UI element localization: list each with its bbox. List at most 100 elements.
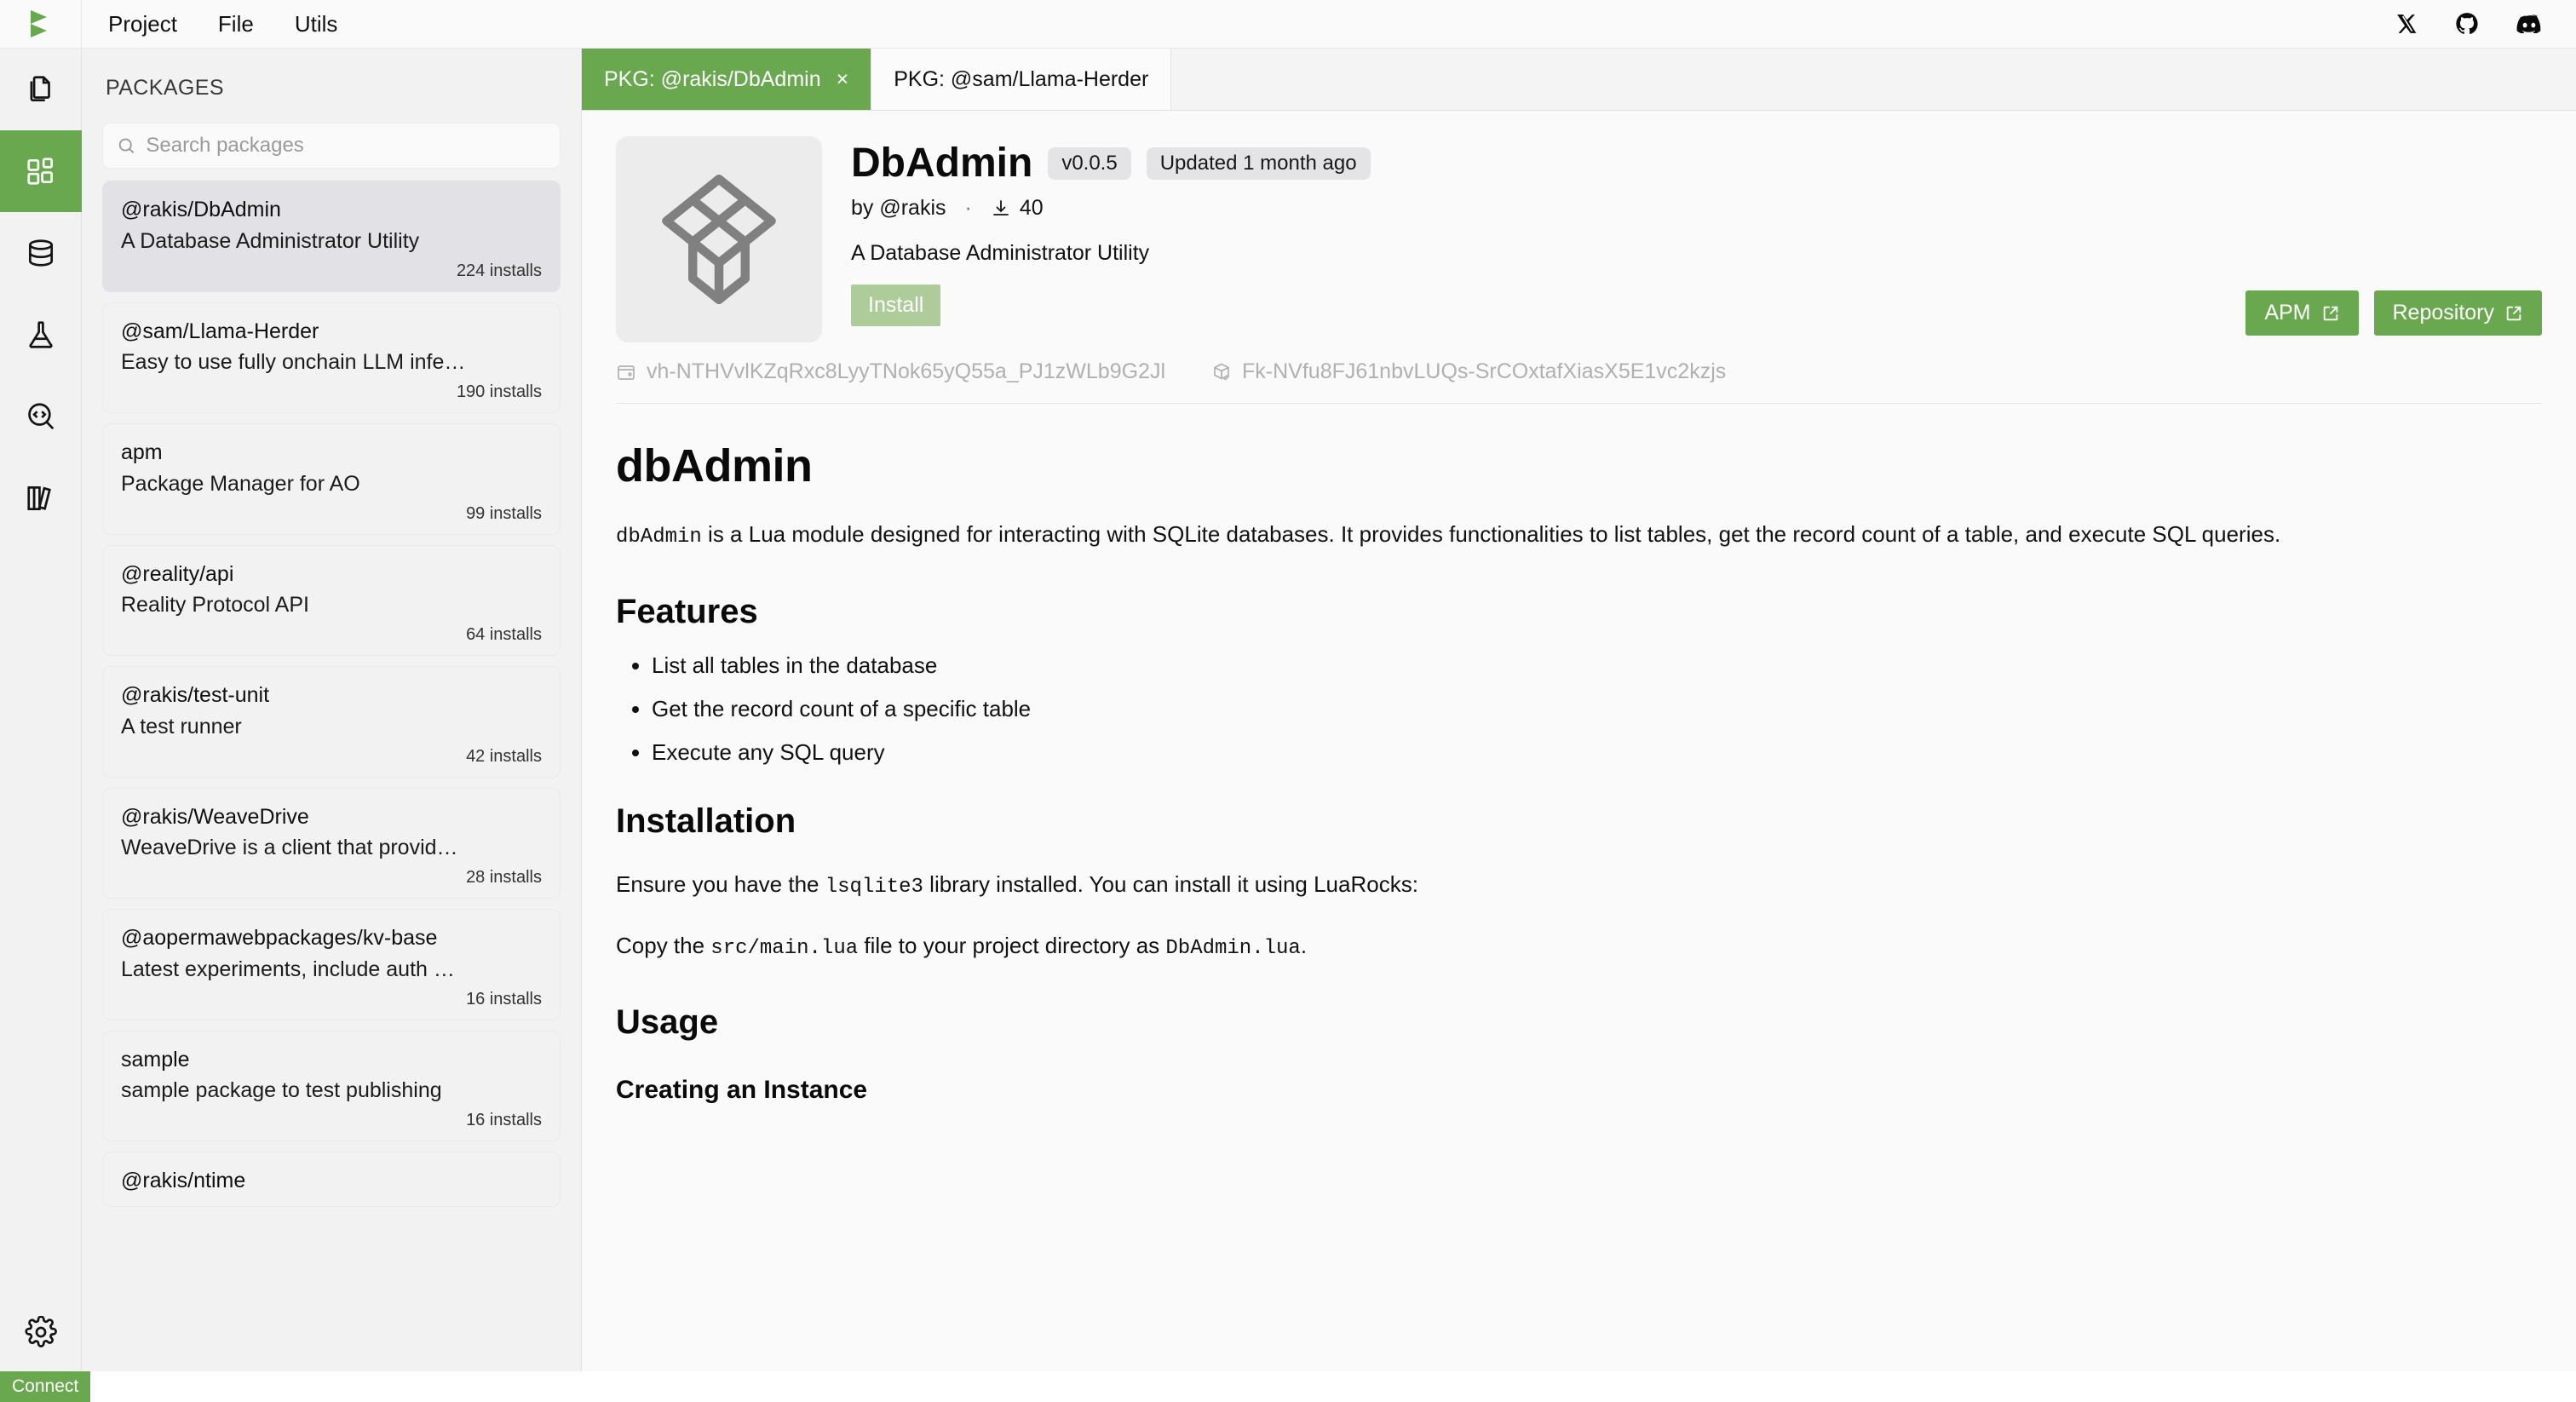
readme-intro-rest: is a Lua module designed for interacting… bbox=[701, 521, 2281, 548]
package-list-item[interactable]: @reality/api Reality Protocol API 64 ins… bbox=[102, 544, 561, 656]
readme-content: dbAdmin dbAdmin is a Lua module designed… bbox=[582, 404, 2576, 1106]
wallet-transaction-id[interactable]: vh-NTHVvlKZqRxc8LyyTNok65yQ55a_PJ1zWLb9G… bbox=[616, 359, 1165, 384]
package-list-item[interactable]: @rakis/test-unit A test runner 42 instal… bbox=[102, 666, 561, 778]
packages-sidebar: PACKAGES @rakis/DbAdmin A Database Admin… bbox=[82, 49, 582, 1402]
discord-icon[interactable] bbox=[2516, 14, 2542, 33]
activity-item-library[interactable] bbox=[0, 457, 82, 539]
package-description: A Database Administrator Utility bbox=[121, 228, 420, 253]
package-name: @aopermawebpackages/kv-base bbox=[121, 926, 438, 950]
menu-item-utils[interactable]: Utils bbox=[295, 13, 338, 35]
package-transaction-id[interactable]: Fk-NVfu8FJ61nbvLUQs-SrCOxtafXiasX5E1vc2k… bbox=[1211, 359, 1726, 384]
repository-button[interactable]: Repository bbox=[2373, 290, 2542, 336]
package-list-item[interactable]: @rakis/ntime bbox=[102, 1152, 561, 1207]
feature-list-item: Get the record count of a specific table bbox=[652, 698, 2542, 720]
install-p2-c: . bbox=[1300, 932, 1308, 958]
package-installs: 42 installs bbox=[466, 746, 542, 766]
tab-label: PKG: @sam/Llama-Herder bbox=[894, 66, 1149, 91]
activity-item-settings[interactable] bbox=[0, 1291, 82, 1373]
package-description: sample package to test publishing bbox=[121, 1078, 442, 1103]
package-summary: A Database Administrator Utility bbox=[851, 241, 1150, 265]
external-link-icon bbox=[2323, 306, 2337, 320]
readme-intro-code: dbAdmin bbox=[616, 526, 702, 549]
package-name: @rakis/test-unit bbox=[121, 683, 270, 707]
github-icon[interactable] bbox=[2455, 12, 2479, 36]
readme-usage-heading: Usage bbox=[616, 1003, 719, 1041]
package-name: @rakis/ntime bbox=[121, 1169, 246, 1192]
package-description: Reality Protocol API bbox=[121, 593, 309, 618]
package-list-item[interactable]: @sam/Llama-Herder Easy to use fully onch… bbox=[102, 302, 561, 413]
package-installs: 190 installs bbox=[456, 382, 542, 401]
settings-gear-icon bbox=[24, 1316, 57, 1347]
package-transaction-id-value: Fk-NVfu8FJ61nbvLUQs-SrCOxtafXiasX5E1vc2k… bbox=[1242, 359, 1727, 383]
package-name: @rakis/WeaveDrive bbox=[121, 804, 309, 829]
package-byline: by @rakis · 40 bbox=[851, 196, 2542, 221]
activity-item-database[interactable] bbox=[0, 212, 82, 294]
menu-item-project[interactable]: Project bbox=[108, 13, 177, 35]
search-icon bbox=[118, 138, 135, 154]
package-list-item[interactable]: sample sample package to test publishing… bbox=[102, 1030, 561, 1141]
updated-badge: Updated 1 month ago bbox=[1146, 147, 1371, 180]
install-p1-code: lsqlite3 bbox=[825, 875, 923, 899]
activity-bar bbox=[0, 49, 82, 1402]
connect-button[interactable]: Connect bbox=[0, 1371, 91, 1402]
install-button[interactable]: Install bbox=[851, 284, 941, 326]
activity-item-code-search[interactable] bbox=[0, 376, 82, 457]
top-menu-bar: Project File Utils bbox=[0, 0, 2576, 49]
package-name: apm bbox=[121, 440, 163, 464]
apm-button-label: APM bbox=[2264, 301, 2311, 325]
download-icon bbox=[992, 199, 1009, 215]
package-description: Package Manager for AO bbox=[121, 471, 360, 496]
package-detail-panel: DbAdmin v0.0.5 Updated 1 month ago by @r… bbox=[582, 111, 2576, 1402]
download-count-group: 40 bbox=[991, 196, 1044, 221]
activity-item-experiments[interactable] bbox=[0, 294, 82, 376]
library-icon bbox=[26, 486, 51, 511]
download-count: 40 bbox=[1019, 196, 1044, 220]
apm-button[interactable]: APM bbox=[2245, 290, 2359, 336]
tab-strip: PKG: @rakis/DbAdmin × PKG: @sam/Llama-He… bbox=[582, 49, 2576, 111]
packages-icon bbox=[26, 158, 53, 185]
flask-icon bbox=[28, 321, 53, 348]
readme-intro-paragraph: dbAdmin is a Lua module designed for int… bbox=[616, 517, 2542, 553]
repository-button-label: Repository bbox=[2392, 301, 2495, 325]
readme-title: dbAdmin bbox=[616, 440, 813, 491]
tab-dbadmin[interactable]: PKG: @rakis/DbAdmin × bbox=[582, 49, 872, 110]
activity-item-files[interactable] bbox=[0, 49, 82, 130]
install-p1-b: library installed. You can install it us… bbox=[923, 871, 1418, 897]
readme-installation-paragraph-2: Copy the src/main.lua file to your proje… bbox=[616, 928, 2542, 964]
package-description: WeaveDrive is a client that provid… bbox=[121, 836, 458, 860]
external-link-icon bbox=[2506, 306, 2521, 320]
sidebar-title: PACKAGES bbox=[106, 76, 224, 100]
search-packages-box[interactable] bbox=[102, 123, 561, 169]
status-bar: Connect bbox=[0, 1371, 2576, 1402]
package-header: DbAdmin v0.0.5 Updated 1 month ago by @r… bbox=[582, 111, 2576, 342]
transaction-ids-row: vh-NTHVvlKZqRxc8LyyTNok65yQ55a_PJ1zWLb9G… bbox=[582, 342, 2576, 384]
package-description: A test runner bbox=[121, 714, 242, 738]
x-twitter-icon[interactable] bbox=[2395, 13, 2418, 35]
package-name: @sam/Llama-Herder bbox=[121, 319, 319, 343]
package-name: @reality/api bbox=[121, 561, 234, 586]
tab-close-icon[interactable]: × bbox=[837, 68, 849, 90]
readme-creating-instance-heading: Creating an Instance bbox=[616, 1075, 868, 1104]
tab-llama-herder[interactable]: PKG: @sam/Llama-Herder bbox=[871, 49, 1172, 110]
files-icon bbox=[30, 76, 50, 102]
menu-items: Project File Utils bbox=[82, 13, 337, 35]
app-logo[interactable] bbox=[0, 0, 82, 49]
package-author: by @rakis bbox=[851, 196, 946, 220]
package-list-item[interactable]: apm Package Manager for AO 99 installs bbox=[102, 423, 561, 535]
byline-separator: · bbox=[964, 196, 972, 220]
install-p1-a: Ensure you have the bbox=[616, 871, 825, 897]
wallet-icon bbox=[618, 365, 635, 380]
package-installs: 64 installs bbox=[466, 625, 542, 644]
search-input[interactable] bbox=[146, 134, 546, 158]
wallet-transaction-id-value: vh-NTHVvlKZqRxc8LyyTNok65yQ55a_PJ1zWLb9G… bbox=[647, 359, 1166, 383]
package-cube-icon bbox=[662, 175, 776, 304]
install-p2-code1: src/main.lua bbox=[710, 936, 859, 960]
database-icon bbox=[28, 239, 53, 267]
package-list-item[interactable]: @rakis/WeaveDrive WeaveDrive is a client… bbox=[102, 787, 561, 899]
feature-list-item: List all tables in the database bbox=[652, 654, 2542, 676]
menu-item-file[interactable]: File bbox=[218, 13, 254, 35]
package-installs: 16 installs bbox=[466, 1111, 542, 1129]
activity-item-packages[interactable] bbox=[0, 130, 82, 212]
package-list-item[interactable]: @rakis/DbAdmin A Database Administrator … bbox=[102, 181, 561, 292]
package-list-item[interactable]: @aopermawebpackages/kv-base Latest exper… bbox=[102, 909, 561, 1020]
